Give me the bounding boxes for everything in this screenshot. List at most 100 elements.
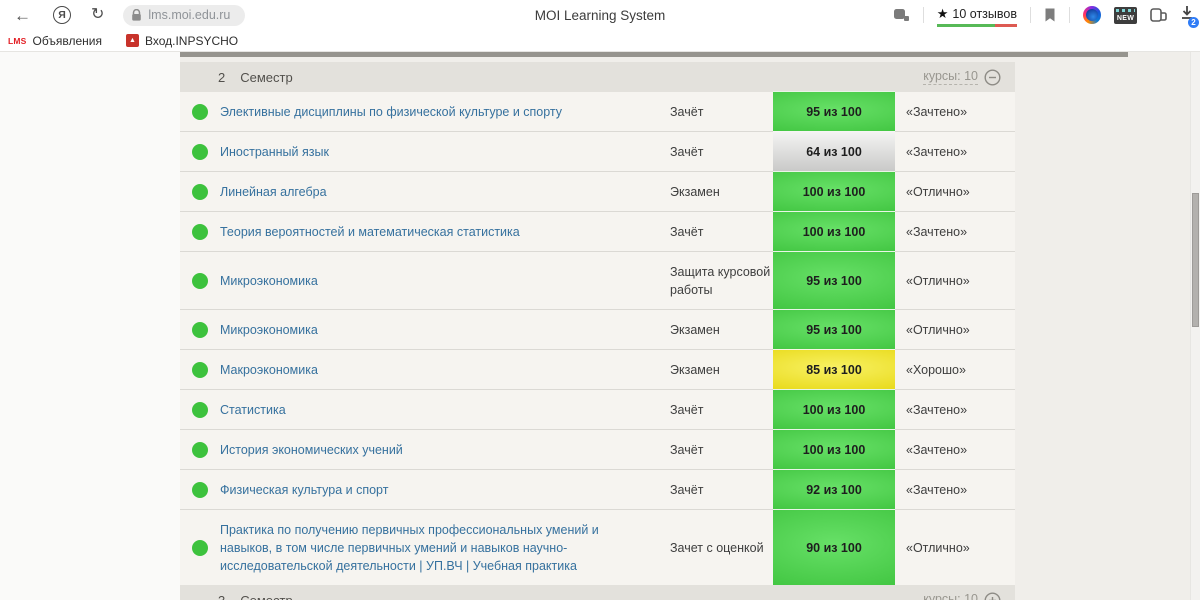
back-button[interactable]: ← (14, 7, 31, 24)
bookmark-flag-icon[interactable] (1044, 7, 1056, 23)
bookmark-announcements[interactable]: LMS Объявления (8, 34, 102, 48)
divider (1069, 7, 1070, 23)
collections-icon[interactable] (1150, 7, 1167, 23)
grade-text: «Зачтено» (906, 224, 968, 239)
status-dot-icon (192, 539, 208, 556)
course-row: История экономических учений Зачёт 100 и… (180, 429, 1015, 469)
assessment-type: Зачёт (670, 224, 704, 239)
semester-grades-table: 2 Семестр курсы: 10 Элективные дисциплин… (180, 62, 1015, 600)
course-link[interactable]: Практика по получению первичных професси… (220, 510, 670, 585)
star-icon: ★ (936, 5, 949, 21)
score-badge: 92 из 100 (773, 469, 895, 509)
course-link[interactable]: Микроэкономика (220, 310, 670, 349)
course-link[interactable]: История экономических учений (220, 430, 670, 469)
score-badge: 100 из 100 (773, 429, 895, 469)
score-badge: 64 из 100 (773, 131, 895, 171)
course-row: Иностранный язык Зачёт 64 из 100 «Зачтен… (180, 131, 1015, 171)
course-row: Теория вероятностей и математическая ста… (180, 211, 1015, 251)
semester-2-header: 2 Семестр курсы: 10 (180, 62, 1015, 92)
course-row: Макроэкономика Экзамен 85 из 100 «Хорошо… (180, 349, 1015, 389)
course-link[interactable]: Теория вероятностей и математическая ста… (220, 212, 670, 251)
toolbar-icons: ★ 10 отзывов NEW 2 (893, 0, 1199, 30)
assessment-type: Зачёт (670, 144, 704, 159)
status-dot-icon (192, 481, 208, 498)
course-row: Микроэкономика Экзамен 95 из 100 «Отличн… (180, 309, 1015, 349)
course-link[interactable]: Макроэкономика (220, 350, 670, 389)
grade-text: «Отлично» (906, 322, 970, 337)
left-margin (0, 52, 180, 600)
course-link[interactable]: Элективные дисциплины по физической куль… (220, 92, 670, 131)
score-badge: 100 из 100 (773, 171, 895, 211)
panels-icon[interactable] (893, 8, 910, 22)
status-dot-icon (192, 401, 208, 418)
page-scrollbar[interactable] (1190, 52, 1200, 600)
course-row: Линейная алгебра Экзамен 100 из 100 «Отл… (180, 171, 1015, 211)
downloads-count-badge: 2 (1188, 17, 1199, 28)
status-dot-icon (192, 103, 208, 120)
course-link[interactable]: Микроэкономика (220, 261, 670, 300)
course-row: Статистика Зачёт 100 из 100 «Зачтено» (180, 389, 1015, 429)
refresh-button[interactable]: ↻ (91, 7, 104, 23)
scrollbar-thumb[interactable] (1192, 193, 1199, 327)
grade-text: «Зачтено» (906, 144, 968, 159)
collapse-section-icon[interactable] (984, 68, 1001, 86)
score-badge: 90 из 100 (773, 509, 895, 585)
score-badge: 95 из 100 (773, 251, 895, 309)
assessment-type: Защита курсовой работы (670, 264, 771, 297)
status-dot-icon (192, 223, 208, 240)
rating-bar (936, 24, 1017, 27)
assessment-type: Зачёт (670, 104, 704, 119)
bookmark-inpsycho[interactable]: ▲ Вход.INPSYCHO (125, 34, 238, 48)
lock-icon (132, 8, 142, 21)
new-releases-icon[interactable]: NEW (1114, 6, 1137, 24)
assessment-type: Экзамен (670, 322, 720, 337)
score-badge: 100 из 100 (773, 389, 895, 429)
assessment-type: Зачёт (670, 482, 704, 497)
course-rows: Элективные дисциплины по физической куль… (180, 91, 1015, 585)
browser-toolbar: ← Я ↻ lms.moi.edu.ru MOI Learning System… (0, 0, 1200, 30)
downloads-icon[interactable]: 2 (1180, 5, 1199, 28)
grade-text: «Зачтено» (906, 402, 968, 417)
score-badge: 85 из 100 (773, 349, 895, 389)
courses-count-link[interactable]: курсы: 10 (923, 69, 978, 85)
grade-text: «Отлично» (906, 273, 970, 288)
grade-text: «Зачтено» (906, 482, 968, 497)
grade-text: «Хорошо» (906, 362, 966, 377)
status-dot-icon (192, 361, 208, 378)
assessment-type: Экзамен (670, 362, 720, 377)
lms-favicon: LMS (8, 35, 27, 46)
assessment-type: Зачёт (670, 442, 704, 457)
site-rating-widget[interactable]: ★ 10 отзывов (936, 5, 1017, 27)
grade-text: «Отлично» (906, 184, 970, 199)
course-link[interactable]: Линейная алгебра (220, 172, 670, 211)
course-link[interactable]: Иностранный язык (220, 132, 670, 171)
inpsycho-favicon: ▲ (125, 34, 139, 47)
bookmarks-bar: LMS Объявления ▲ Вход.INPSYCHO (0, 30, 1200, 52)
status-dot-icon (192, 272, 208, 289)
course-link[interactable]: Статистика (220, 390, 670, 429)
grade-text: «Зачтено» (906, 104, 968, 119)
course-row: Элективные дисциплины по физической куль… (180, 91, 1015, 131)
course-row: Практика по получению первичных професси… (180, 509, 1015, 585)
course-row: Физическая культура и спорт Зачёт 92 из … (180, 469, 1015, 509)
extension-circle-icon[interactable] (1083, 6, 1101, 24)
score-badge: 95 из 100 (773, 309, 895, 349)
previous-section-edge (180, 52, 1128, 57)
divider (922, 7, 924, 23)
courses-count-link[interactable]: курсы: 10 (923, 592, 978, 600)
url-text: lms.moi.edu.ru (148, 8, 231, 22)
grade-text: «Зачтено» (906, 442, 968, 457)
address-bar[interactable]: lms.moi.edu.ru (123, 4, 246, 26)
course-link[interactable]: Физическая культура и спорт (220, 470, 670, 509)
expand-section-icon[interactable] (984, 592, 1001, 600)
rating-count: 10 отзывов (952, 6, 1017, 21)
status-dot-icon (192, 143, 208, 160)
page-content: 2 Семестр курсы: 10 Элективные дисциплин… (0, 52, 1200, 600)
grade-text: «Отлично» (906, 540, 970, 555)
assessment-type: Зачет с оценкой (670, 540, 764, 555)
yandex-home-icon[interactable]: Я (53, 6, 71, 24)
score-badge: 100 из 100 (773, 211, 895, 251)
status-dot-icon (192, 321, 208, 338)
status-dot-icon (192, 183, 208, 200)
status-dot-icon (192, 441, 208, 458)
